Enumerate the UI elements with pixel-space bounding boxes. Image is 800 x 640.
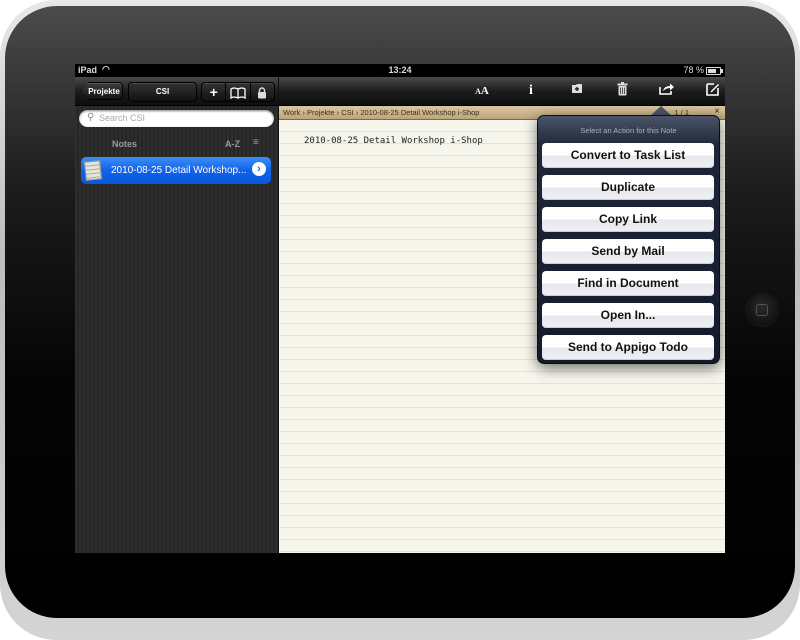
home-button[interactable] [746, 294, 778, 326]
document-title: 2010-08-25 Detail Workshop i-Shop [304, 136, 483, 146]
note-title: 2010-08-25 Detail Workshop... [111, 165, 247, 176]
status-bar: iPad ◠ 13:24 78 % [75, 64, 725, 77]
info-icon[interactable]: i [520, 82, 542, 100]
book-icon[interactable] [225, 83, 249, 101]
sidebar-title[interactable]: CSI [128, 82, 197, 102]
duplicate-button[interactable]: Duplicate [542, 175, 714, 200]
sidebar-toolbar: Projekte CSI + [75, 77, 278, 106]
trash-icon[interactable] [611, 82, 633, 100]
disclosure-chevron-icon[interactable]: › [252, 162, 266, 176]
copy-link-button[interactable]: Copy Link [542, 207, 714, 232]
screen: iPad ◠ 13:24 78 % Projekte CSI + ⚲ Searc… [75, 64, 725, 553]
home-square-icon [756, 304, 768, 316]
breadcrumb-path[interactable]: Work › Projekte › CSI › 2010-08-25 Detai… [283, 108, 479, 117]
send-by-mail-button[interactable]: Send by Mail [542, 239, 714, 264]
notes-header-label: Notes [112, 139, 138, 149]
action-list: Convert to Task List Duplicate Copy Link… [542, 143, 715, 367]
lock-icon[interactable] [249, 83, 274, 101]
find-in-document-button[interactable]: Find in Document [542, 271, 714, 296]
back-button[interactable]: Projekte [81, 82, 123, 100]
search-placeholder: Search CSI [99, 113, 146, 123]
font-size-icon[interactable]: AA [471, 82, 493, 100]
share-icon[interactable] [656, 82, 678, 100]
note-document-icon [84, 160, 102, 181]
popover-title: Select an Action for this Note [580, 126, 677, 135]
action-popover: Select an Action for this Note Convert t… [537, 115, 720, 364]
sidebar-segmented-control: + [201, 82, 275, 102]
notes-list-header: Notes A-Z ≡ [75, 136, 278, 152]
convert-to-task-list-button[interactable]: Convert to Task List [542, 143, 714, 168]
sort-options-icon[interactable]: ≡ [253, 137, 259, 148]
folder-icon[interactable] [566, 82, 588, 100]
open-in-button[interactable]: Open In... [542, 303, 714, 328]
plus-icon[interactable]: + [202, 83, 225, 101]
list-item[interactable]: 2010-08-25 Detail Workshop... › [81, 157, 271, 184]
search-icon: ⚲ [87, 112, 95, 123]
notes-sidebar: Projekte CSI + ⚲ Search CSI Notes A-Z ≡ … [75, 77, 279, 553]
sort-az-button[interactable]: A-Z [225, 139, 240, 149]
compose-icon[interactable] [702, 82, 724, 100]
send-to-appigo-todo-button[interactable]: Send to Appigo Todo [542, 335, 714, 360]
battery-icon [706, 67, 723, 75]
search-input[interactable]: ⚲ Search CSI [79, 110, 274, 127]
clock: 13:24 [388, 65, 412, 75]
battery-percent: 78 % [683, 65, 704, 75]
main-toolbar: AA i [279, 77, 725, 106]
